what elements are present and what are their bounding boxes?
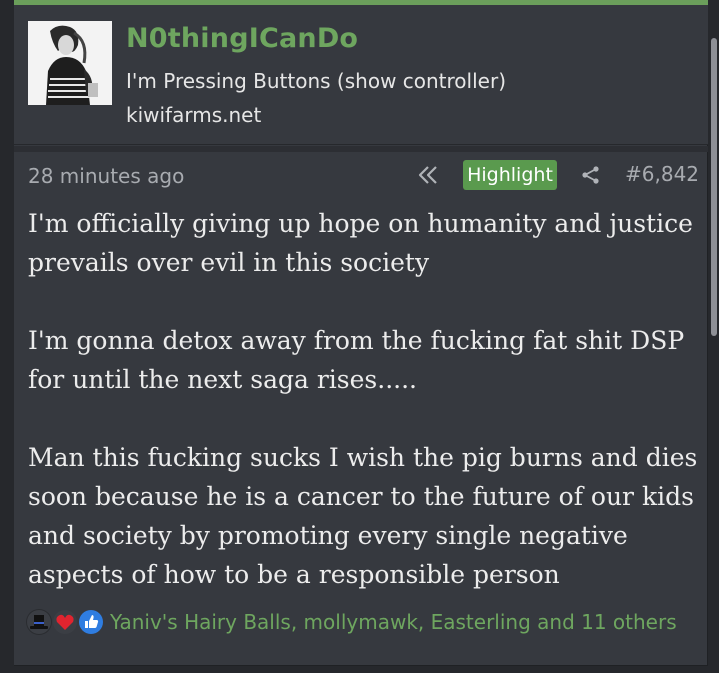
username[interactable]: N0thingICanDo [126,23,358,54]
post-paragraph: I'm officially giving up hope on humanit… [28,209,693,277]
reactors-list[interactable]: Yaniv's Hairy Balls, mollymawk, Easterli… [110,610,677,634]
share-icon[interactable] [580,164,602,186]
post-time[interactable]: 28 minutes ago [28,164,184,188]
post-paragraph: I'm gonna detox away from the fucking fa… [28,326,685,394]
rewind-icon[interactable] [416,164,442,186]
avatar[interactable] [28,21,112,105]
reaction-icons[interactable] [26,607,110,637]
user-header: N0thingICanDo I'm Pressing Buttons (show… [14,5,708,145]
post-container: N0thingICanDo I'm Pressing Buttons (show… [14,0,708,666]
reactions-bar: Yaniv's Hairy Balls, mollymawk, Easterli… [26,607,706,637]
scrollbar[interactable] [711,38,717,336]
user-site: kiwifarms.net [126,103,262,127]
post-body: I'm officially giving up hope on humanit… [28,204,698,594]
post-number[interactable]: #6,842 [625,162,699,186]
highlight-button[interactable]: Highlight [463,160,557,190]
heart-icon [52,609,78,635]
user-title: I'm Pressing Buttons (show controller) [126,69,506,93]
thumbs-up-icon [78,609,104,635]
post-meta: 28 minutes ago Highlight #6,842 [14,152,708,198]
post-paragraph: Man this fucking sucks I wish the pig bu… [28,443,698,589]
top-hat-icon [26,609,52,635]
